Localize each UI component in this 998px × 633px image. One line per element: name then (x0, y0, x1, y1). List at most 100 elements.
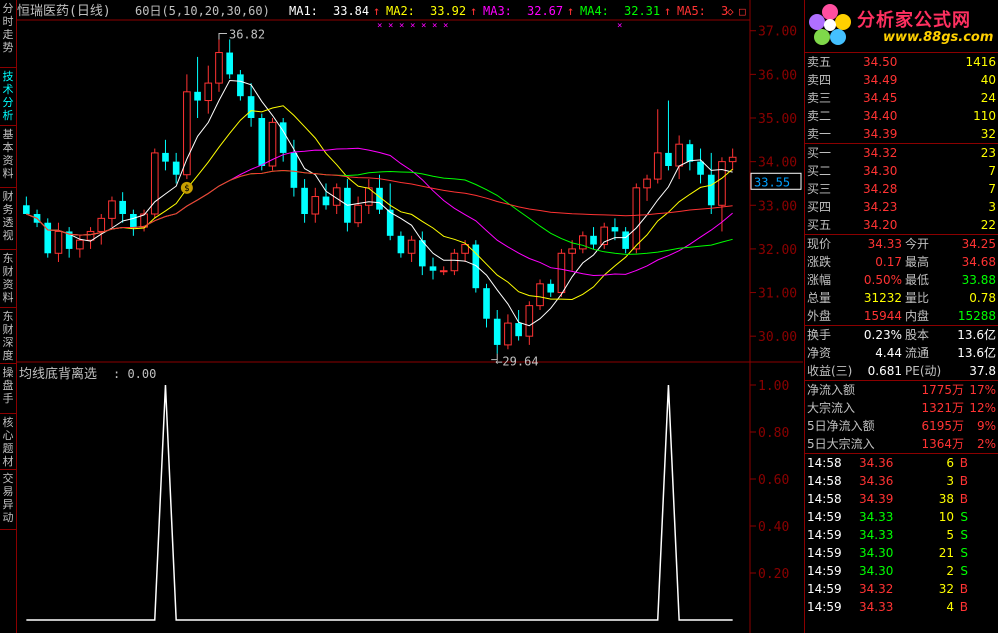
stat-value: 0.17 (875, 255, 902, 269)
ma-line-1 (26, 79, 733, 327)
candle-body-down (237, 74, 244, 97)
tick-price: 34.33 (859, 510, 894, 524)
stat-value: 4.44 (875, 346, 902, 360)
tick-side: S (960, 564, 968, 578)
stat-label: 内盘 (905, 309, 930, 323)
candle-body-up (525, 305, 534, 337)
marker-icon: × (443, 21, 448, 31)
indicator-title: 均线底背离选 (19, 366, 97, 382)
tick-row: 14:59 34.33 4 B (805, 598, 998, 616)
flow-pct: 17% (969, 383, 996, 397)
sidebar-tab-4[interactable]: 东财资料 (0, 250, 16, 308)
stat-label: 流通 (905, 346, 930, 360)
candle-body-up (675, 143, 683, 167)
candle-body-up (76, 239, 84, 250)
sidebar-tab-5[interactable]: 东财深度 (0, 308, 16, 364)
diamond-icon: ◇ (727, 5, 734, 18)
stat-value: 31232 (863, 291, 902, 305)
stat-label: 收益(三) (807, 364, 853, 378)
marker-icon: × (432, 21, 437, 31)
candle-body-down (226, 52, 233, 75)
bid-label: 买四 (807, 200, 832, 214)
tick-row: 14:59 34.33 10 S (805, 508, 998, 526)
tick-volume: 32 (938, 582, 954, 596)
candle-body-down (301, 187, 308, 214)
ask-row: 卖一 34.39 32 (805, 125, 998, 143)
ind-tick-label: 0.20 (758, 567, 789, 582)
candle-body-down (23, 205, 30, 214)
bid-row: 买三 34.28 7 (805, 180, 998, 198)
candle-body-up (354, 204, 362, 224)
stat-label: 净资 (807, 346, 832, 360)
ask-price: 34.45 (863, 91, 898, 105)
sidebar-tab-3[interactable]: 财务透视 (0, 188, 16, 250)
sidebar-tab-2[interactable]: 基本资料 (0, 126, 16, 188)
stat-value: 0.23% (863, 328, 902, 342)
flow-label: 5日大宗流入 (807, 437, 875, 451)
stat-value: 0.681 (867, 364, 902, 378)
y-tick-label: 32.00 (758, 243, 797, 258)
sidebar-tab-7[interactable]: 核心题材 (0, 414, 16, 470)
candle-body-up (204, 82, 213, 102)
stat-row: 涨幅 0.50% 最低 33.88 (805, 271, 998, 289)
ma-arrow-icon: ↑ (664, 4, 671, 18)
logo: 分析家公式网 www.88gs.com (805, 0, 998, 53)
ma-label-2: MA2: (386, 4, 415, 18)
tick-price: 34.33 (859, 600, 894, 614)
stat-label: 涨幅 (807, 273, 832, 287)
stat-value: 15288 (957, 309, 996, 323)
flow-label: 大宗流入 (807, 401, 856, 415)
tick-time: 14:59 (807, 564, 842, 578)
stat-value: 15944 (863, 309, 902, 323)
ask-label: 卖四 (807, 73, 832, 87)
bid-volume: 7 (988, 164, 996, 178)
tick-row: 14:59 34.32 32 B (805, 580, 998, 598)
tick-volume: 38 (938, 492, 954, 506)
bid-row: 买四 34.23 3 (805, 198, 998, 216)
money-bag-glyph: $ (184, 184, 189, 194)
tick-row: 14:58 34.39 38 B (805, 490, 998, 508)
ask-price: 34.49 (863, 73, 898, 87)
stat-value: 0.78 (969, 291, 996, 305)
ma-arrow-icon: ↑ (567, 4, 574, 18)
stat-label: 最低 (905, 273, 930, 287)
bid-volume: 3 (988, 200, 996, 214)
bid-volume: 22 (980, 218, 996, 232)
candle-body-up (183, 91, 191, 176)
indicator-line (26, 384, 733, 621)
logo-url: www.88gs.com (883, 30, 994, 45)
candle-body-down (397, 235, 405, 254)
candle-body-down (322, 196, 330, 206)
sidebar-tab-0[interactable]: 分时走势 (0, 0, 16, 68)
high-price-label: 36.82 (229, 27, 265, 41)
ma-label-1: MA1: (289, 4, 318, 18)
ma-value-3: 32.67 (527, 4, 563, 18)
stat-value: 37.8 (969, 364, 996, 378)
candle-body-up (643, 178, 651, 189)
candle-body-down (611, 227, 619, 232)
candle-body-down (130, 214, 137, 228)
ask-volume: 32 (980, 127, 996, 141)
chart-area[interactable]: 恒瑞医药 (日线) 60日(5,10,20,30,60) MA1: 33.84 ↑ MA2:… (17, 0, 803, 633)
candle-body-up (439, 270, 448, 273)
sidebar-tab-8[interactable]: 交易异动 (0, 470, 16, 530)
tick-row: 14:58 34.36 3 B (805, 472, 998, 490)
marker-icon: × (410, 21, 415, 31)
y-tick-label: 33.00 (758, 199, 797, 214)
sidebar-tab-6[interactable]: 操盘手 (0, 364, 16, 414)
flow-value: 1364万 (921, 437, 964, 451)
tick-time: 14:59 (807, 546, 842, 560)
tick-row: 14:59 34.30 21 S (805, 544, 998, 562)
flow-row: 大宗流入 1321万 12% (805, 399, 998, 417)
tick-price: 34.32 (859, 582, 894, 596)
candle-body-down (247, 96, 255, 118)
bid-label: 买五 (807, 218, 832, 232)
sidebar-tab-1[interactable]: 技术分析 (0, 68, 16, 126)
ma-value-1: 33.84 (333, 4, 369, 18)
tick-side: S (960, 510, 968, 524)
stat-value: 33.88 (961, 273, 996, 287)
candle-body-down (547, 283, 555, 293)
stat-label: 现价 (807, 237, 832, 251)
tick-side: B (959, 582, 968, 596)
logo-title: 分析家公式网 (857, 10, 971, 31)
